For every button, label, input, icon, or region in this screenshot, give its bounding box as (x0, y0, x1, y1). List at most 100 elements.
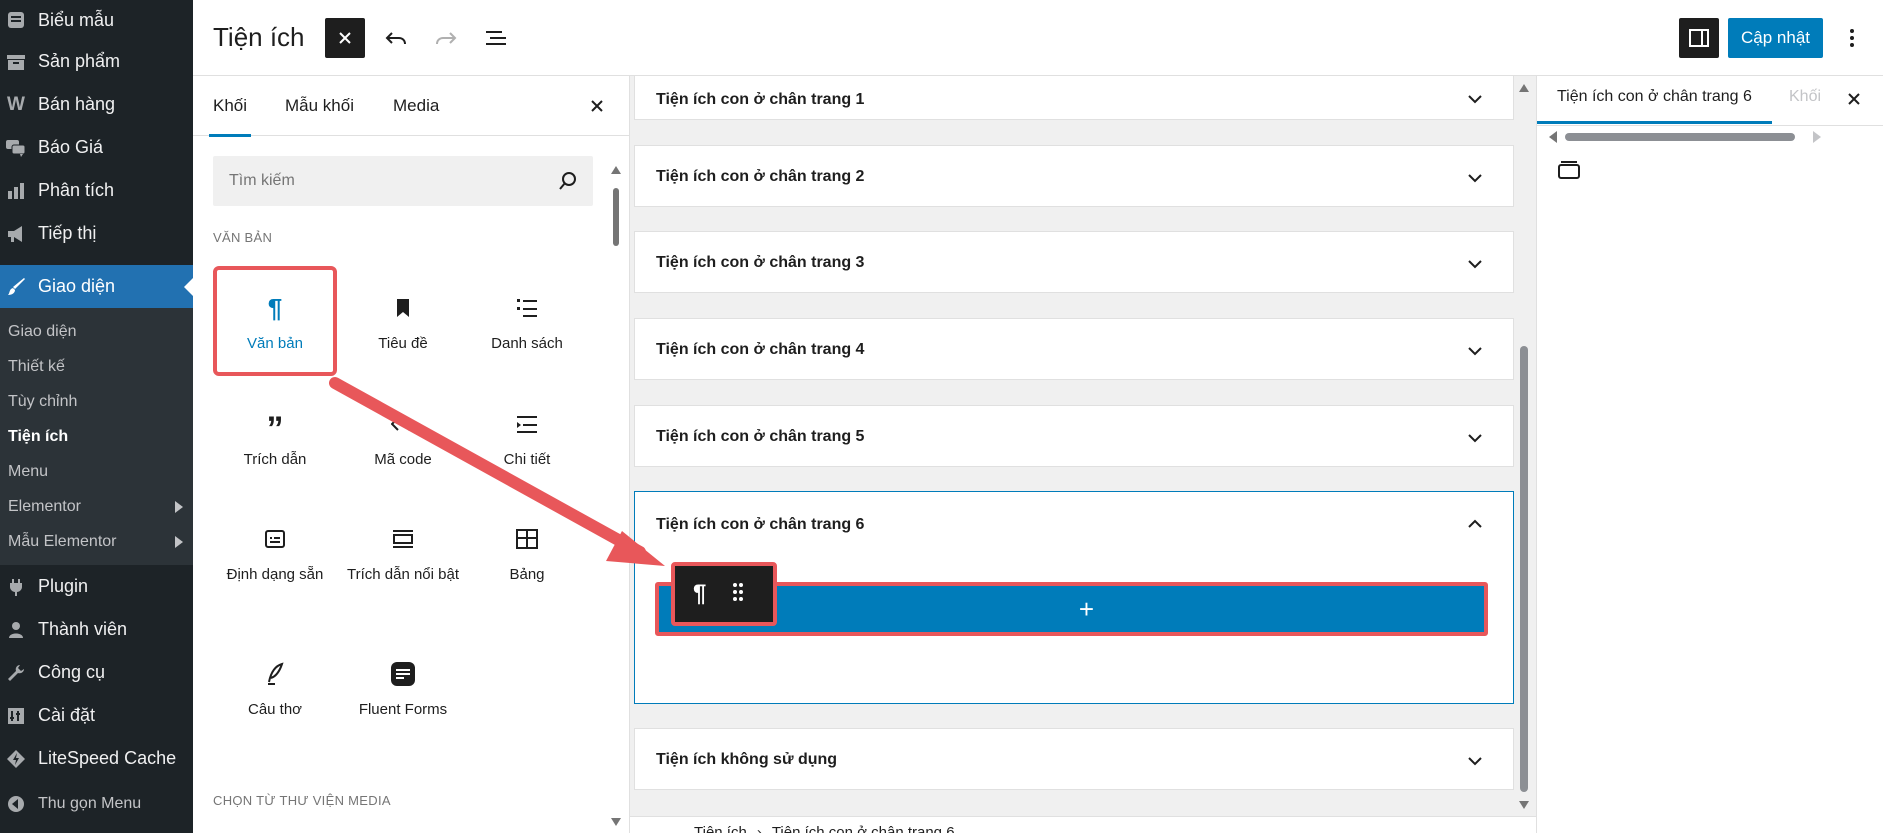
redo-button[interactable] (426, 18, 466, 58)
submenu-item-design[interactable]: Thiết kế (0, 349, 193, 384)
tab-patterns[interactable]: Mẫu khối (285, 96, 354, 116)
chevron-down-icon[interactable] (1467, 753, 1483, 771)
block-label: Danh sách (491, 335, 563, 352)
menu-item-label: Plugin (38, 576, 89, 596)
menu-item-sales[interactable]: W Bán hàng (0, 83, 193, 126)
pullquote-icon (391, 525, 415, 553)
menu-item-analytics[interactable]: Phân tích (0, 169, 193, 212)
menu-item-products[interactable]: Sản phẩm (0, 40, 193, 83)
menu-item-label: Thành viên (38, 619, 128, 639)
menu-item-forms[interactable]: Biểu mẫu (0, 0, 193, 40)
scroll-up-icon[interactable] (1519, 84, 1529, 92)
block-fluent-forms[interactable]: Fluent Forms (341, 636, 465, 746)
block-pullquote[interactable]: Trích dẫn nổi bật (341, 501, 465, 611)
scroll-down-icon[interactable] (611, 818, 621, 826)
submenu-item-appearance[interactable]: Giao diện (0, 314, 193, 349)
quote-icon: ” (266, 410, 284, 448)
tab-media[interactable]: Media (393, 96, 439, 116)
scroll-thumb[interactable] (1565, 133, 1795, 141)
scroll-thumb[interactable] (1520, 346, 1528, 792)
block-heading[interactable]: Tiêu đề (341, 270, 465, 380)
submenu-item-elementor-templates[interactable]: Mẫu Elementor (0, 524, 193, 559)
chevron-down-icon[interactable] (1467, 343, 1483, 361)
block-label: Fluent Forms (358, 701, 448, 718)
menu-separator (0, 255, 193, 265)
menu-item-appearance[interactable]: Giao diện (0, 265, 193, 308)
block-code[interactable]: Mã code (341, 386, 465, 496)
settings-toggle-button[interactable] (1679, 18, 1719, 58)
widget-area-3[interactable]: Tiện ích con ở chân trang 3 (634, 231, 1514, 293)
close-icon[interactable] (1845, 90, 1863, 113)
chevron-down-icon[interactable] (1467, 91, 1483, 109)
menu-item-marketing[interactable]: Tiếp thị (0, 212, 193, 255)
block-details[interactable]: Chi tiết (465, 386, 589, 496)
widget-area-title: Tiện ích con ở chân trang 5 (656, 428, 865, 445)
settings-sidebar: Tiện ích con ở chân trang 6 Khối (1536, 76, 1883, 833)
tab-widget-area[interactable]: Tiện ích con ở chân trang 6 (1537, 88, 1772, 124)
scroll-thumb[interactable] (613, 188, 619, 246)
menu-item-quotes[interactable]: Báo Giá (0, 126, 193, 169)
widget-area-2[interactable]: Tiện ích con ở chân trang 2 (634, 145, 1514, 207)
close-inserter-button[interactable] (325, 18, 365, 58)
tab-block[interactable]: Khối (1789, 88, 1821, 106)
table-icon (515, 525, 539, 553)
block-quote[interactable]: ” Trích dẫn (213, 386, 337, 496)
menu-item-users[interactable]: Thành viên (0, 608, 193, 651)
scroll-up-icon[interactable] (611, 166, 621, 174)
redo-icon (436, 32, 457, 45)
menu-item-label: Tiếp thị (38, 223, 97, 243)
menu-item-settings[interactable]: Cài đặt (0, 694, 193, 737)
chevron-up-icon[interactable] (1467, 516, 1483, 534)
undo-button[interactable] (376, 18, 416, 58)
tab-blocks[interactable]: Khối (208, 96, 252, 137)
widget-area-1[interactable]: Tiện ích con ở chân trang 1 (634, 76, 1514, 120)
collapse-icon (4, 792, 28, 816)
block-inserter-panel: Khối Mẫu khối Media VĂN BẢN ¶ Văn bản Ti… (193, 76, 630, 833)
search-icon[interactable] (557, 170, 579, 197)
widget-area-6-expanded[interactable]: Tiện ích con ở chân trang 6 + ¶ (634, 491, 1514, 704)
add-block-appender[interactable]: + (655, 582, 1488, 636)
more-options-button[interactable] (1832, 18, 1872, 58)
canvas-scrollbar[interactable] (1516, 84, 1532, 809)
scroll-down-icon[interactable] (1519, 801, 1529, 809)
menu-item-label: Giao diện (38, 276, 116, 296)
chevron-down-icon[interactable] (1467, 256, 1483, 274)
block-verse[interactable]: Câu thơ (213, 636, 337, 746)
collapse-menu-button[interactable]: Thu gọn Menu (0, 782, 193, 825)
close-icon[interactable] (587, 96, 607, 116)
block-label: Trích dẫn (243, 451, 307, 468)
submenu-item-menu[interactable]: Menu (0, 454, 193, 489)
archive-icon (4, 50, 28, 74)
block-list[interactable]: Danh sách (465, 270, 589, 380)
block-table[interactable]: Bảng (465, 501, 589, 611)
paragraph-icon[interactable]: ¶ (693, 580, 706, 608)
chevron-down-icon[interactable] (1467, 170, 1483, 188)
chevron-down-icon[interactable] (1467, 430, 1483, 448)
menu-item-litespeed[interactable]: LiteSpeed Cache (0, 737, 193, 780)
breadcrumb-item[interactable]: Tiện ích con ở chân trang 6 (772, 824, 955, 833)
submenu-item-customize[interactable]: Tùy chỉnh (0, 384, 193, 419)
verse-icon (265, 660, 285, 688)
drag-handle-icon[interactable] (732, 582, 744, 607)
settings-horizontal-scrollbar[interactable] (1545, 130, 1825, 144)
update-button[interactable]: Cập nhật (1728, 18, 1823, 58)
more-vertical-icon (1850, 29, 1854, 47)
inserter-scrollbar[interactable] (611, 166, 621, 826)
scroll-left-icon[interactable] (1549, 131, 1557, 143)
paragraph-icon: ¶ (267, 292, 283, 323)
appearance-submenu: Giao diện Thiết kế Tùy chỉnh Tiện ích Me… (0, 308, 193, 565)
widget-area-unused[interactable]: Tiện ích không sử dụng (634, 728, 1514, 790)
submenu-item-elementor[interactable]: Elementor (0, 489, 193, 524)
menu-item-plugins[interactable]: Plugin (0, 565, 193, 608)
breadcrumb-item[interactable]: Tiện ích (694, 824, 747, 833)
widget-area-5[interactable]: Tiện ích con ở chân trang 5 (634, 405, 1514, 467)
submenu-item-widgets[interactable]: Tiện ích (0, 419, 193, 454)
search-input[interactable] (213, 156, 543, 206)
block-preformatted[interactable]: Định dạng sẵn (213, 501, 337, 611)
widget-area-4[interactable]: Tiện ích con ở chân trang 4 (634, 318, 1514, 380)
list-view-button[interactable] (476, 18, 516, 58)
settings-tabs: Tiện ích con ở chân trang 6 Khối (1537, 76, 1883, 126)
block-paragraph[interactable]: ¶ Văn bản (213, 266, 337, 376)
scroll-right-icon[interactable] (1813, 131, 1821, 143)
menu-item-tools[interactable]: Công cụ (0, 651, 193, 694)
